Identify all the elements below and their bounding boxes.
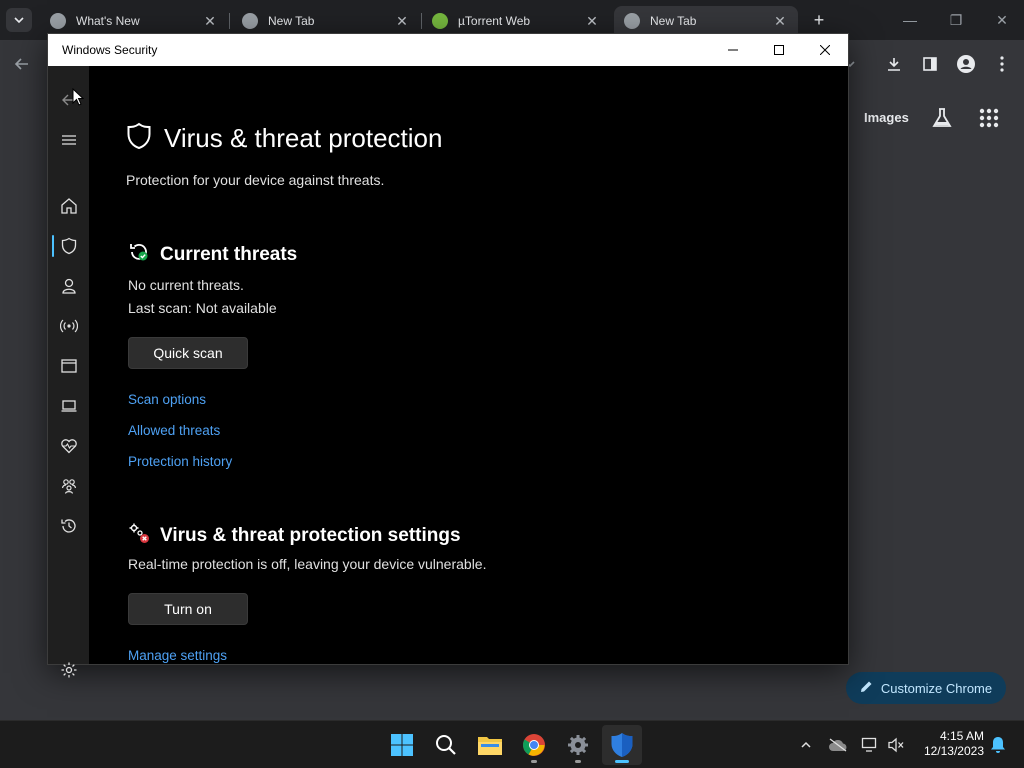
realtime-protection-status: Real-time protection is off, leaving you… [128, 556, 487, 572]
onedrive-icon[interactable] [826, 733, 850, 757]
browser-tab[interactable]: What's New ✕ [40, 6, 228, 36]
chrome-icon[interactable] [514, 725, 554, 765]
settings-icon[interactable] [558, 725, 598, 765]
turn-on-button[interactable]: Turn on [128, 593, 248, 625]
tab-title: What's New [76, 14, 140, 28]
chevron-up-icon[interactable] [794, 733, 818, 757]
menu-icon[interactable] [48, 122, 89, 158]
tab-title: µTorrent Web [458, 14, 531, 28]
section-title: Current threats [160, 243, 298, 265]
pencil-icon [860, 680, 873, 696]
maximize-button[interactable] [756, 34, 802, 66]
navigation-rail [48, 66, 89, 678]
shield-icon[interactable] [48, 228, 89, 264]
more-menu-icon[interactable] [990, 52, 1014, 76]
health-icon[interactable] [48, 428, 89, 464]
last-scan-text: Last scan: Not available [128, 300, 277, 316]
history-icon[interactable] [48, 508, 89, 544]
allowed-threats-link[interactable]: Allowed threats [128, 423, 220, 438]
start-icon[interactable] [382, 725, 422, 765]
taskbar: 4:15 AM 12/13/2023 [0, 720, 1024, 768]
family-icon[interactable] [48, 468, 89, 504]
tab-title: New Tab [650, 14, 697, 28]
tab-close-icon[interactable]: ✕ [582, 13, 602, 30]
scan-options-link[interactable]: Scan options [128, 392, 206, 407]
file-explorer-icon[interactable] [470, 725, 510, 765]
back-arrow-icon[interactable] [10, 52, 34, 76]
window-title: Windows Security [62, 43, 158, 57]
device-security-icon[interactable] [48, 388, 89, 424]
current-threats-header: Current threats [128, 241, 297, 268]
main-content: Virus & threat protection Protection for… [89, 66, 848, 664]
images-link[interactable]: Images [864, 110, 909, 125]
notification-bell-icon[interactable] [986, 733, 1010, 757]
tab-title: New Tab [268, 14, 315, 28]
chrome-icon [50, 13, 66, 29]
clock-date: 12/13/2023 [923, 744, 984, 758]
threat-status: No current threats. [128, 277, 244, 293]
manage-settings-link[interactable]: Manage settings [128, 648, 227, 663]
windows-security-icon[interactable] [602, 725, 642, 765]
settings-icon[interactable] [48, 652, 89, 688]
firewall-icon[interactable] [48, 308, 89, 344]
volume-muted-icon[interactable] [884, 733, 908, 757]
close-button[interactable] [802, 34, 848, 66]
tab-close-icon[interactable]: ✕ [200, 13, 220, 30]
search-icon[interactable] [426, 725, 466, 765]
browser-tab[interactable]: New Tab ✕ [232, 6, 420, 36]
labs-flask-icon[interactable] [930, 106, 954, 130]
browser-tab-active[interactable]: New Tab ✕ [614, 6, 798, 36]
utorrent-icon [432, 13, 448, 29]
protection-history-link[interactable]: Protection history [128, 454, 232, 469]
chrome-icon [624, 13, 640, 29]
clock-time: 4:15 AM [939, 729, 984, 743]
network-icon[interactable] [858, 733, 882, 757]
shield-icon [126, 122, 152, 155]
page-subtitle: Protection for your device against threa… [126, 172, 385, 188]
browser-restore-button[interactable]: ❐ [936, 8, 976, 32]
tab-divider [229, 13, 230, 29]
tab-close-icon[interactable]: ✕ [770, 13, 790, 30]
browser-tab[interactable]: µTorrent Web ✕ [422, 6, 610, 36]
customize-chrome-label: Customize Chrome [880, 680, 993, 696]
google-apps-icon[interactable] [978, 107, 1002, 131]
minimize-button[interactable] [710, 34, 756, 66]
tab-close-icon[interactable]: ✕ [392, 13, 412, 30]
running-indicator [531, 760, 537, 763]
browser-minimize-button[interactable]: — [890, 8, 930, 32]
page-title: Virus & threat protection [164, 123, 443, 153]
browser-close-button[interactable]: ✕ [982, 8, 1022, 32]
home-icon[interactable] [48, 188, 89, 224]
tab-search-button[interactable] [6, 8, 32, 32]
protection-settings-header: Virus & threat protection settings [128, 522, 461, 549]
running-indicator [575, 760, 581, 763]
mouse-cursor-icon [72, 87, 85, 106]
page-header: Virus & threat protection [126, 122, 442, 155]
active-app-indicator [615, 760, 629, 763]
download-icon[interactable] [882, 52, 906, 76]
profile-icon[interactable] [954, 52, 978, 76]
app-browser-icon[interactable] [48, 348, 89, 384]
chrome-icon [242, 13, 258, 29]
settings-warning-icon [128, 522, 150, 549]
customize-chrome-button[interactable]: Customize Chrome [846, 672, 1006, 704]
account-icon[interactable] [48, 268, 89, 304]
new-tab-button[interactable]: + [808, 9, 830, 31]
quick-scan-button[interactable]: Quick scan [128, 337, 248, 369]
windows-security-window: Windows Security Virus & threat protecti… [47, 33, 849, 678]
scan-refresh-icon [128, 241, 150, 268]
window-titlebar[interactable]: Windows Security [48, 34, 848, 66]
section-title: Virus & threat protection settings [160, 524, 461, 546]
side-panel-icon[interactable] [918, 52, 942, 76]
system-clock[interactable]: 4:15 AM 12/13/2023 [914, 729, 984, 759]
